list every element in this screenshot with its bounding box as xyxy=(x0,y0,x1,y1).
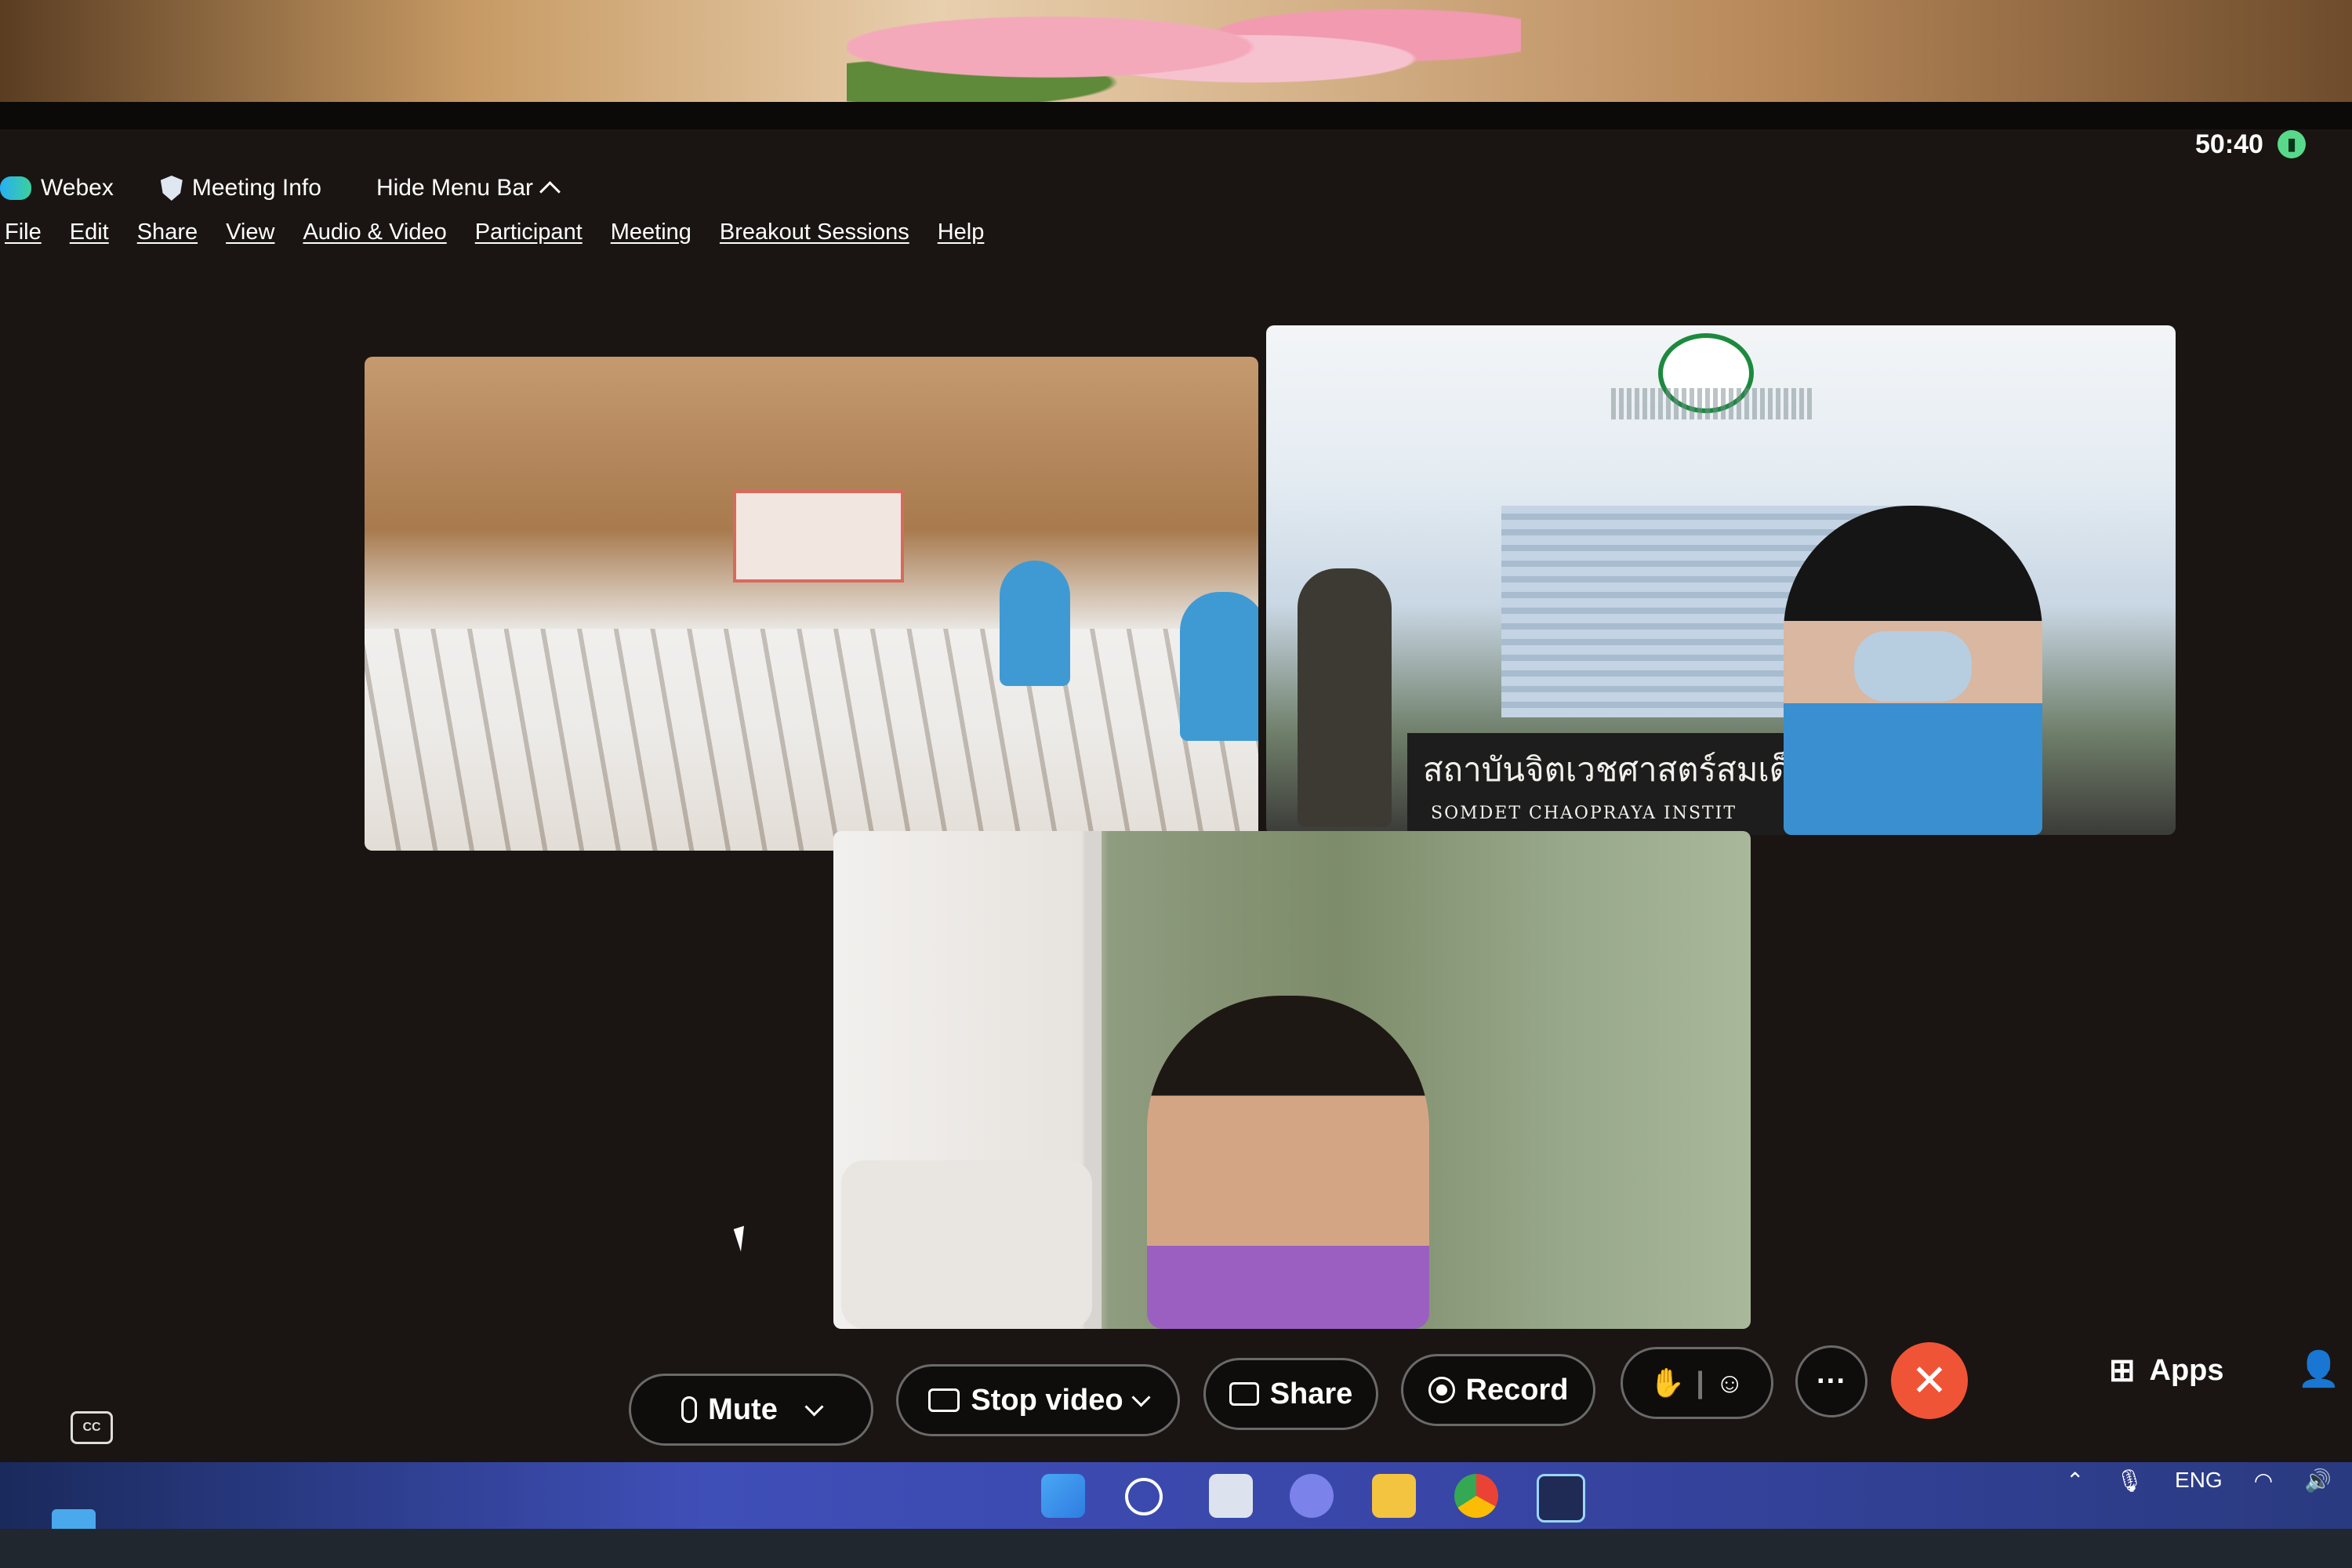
share-screen-icon xyxy=(1229,1382,1259,1406)
menu-view[interactable]: View xyxy=(226,220,274,245)
meeting-info-button[interactable]: Meeting Info xyxy=(160,175,321,201)
menu-help[interactable]: Help xyxy=(938,220,985,245)
chevron-down-icon[interactable] xyxy=(804,1396,824,1417)
more-options-button[interactable]: ··· xyxy=(1795,1345,1867,1417)
signal-icon: ▮ xyxy=(2278,130,2306,158)
chrome-icon[interactable] xyxy=(1454,1474,1498,1518)
conference-tables xyxy=(365,628,1258,851)
webex-app-menu[interactable]: Webex xyxy=(0,175,114,201)
webex-taskbar-icon[interactable] xyxy=(1537,1474,1585,1523)
hide-menu-bar-button[interactable]: Hide Menu Bar xyxy=(376,175,561,202)
microphone-icon xyxy=(681,1396,698,1423)
record-icon xyxy=(1428,1377,1455,1403)
volume-icon[interactable]: 🔊 xyxy=(2304,1468,2332,1494)
institute-sign: สถาบันจิตเวชศาสตร์สมเด็ SOMDET CHAOPRAYA… xyxy=(1407,733,1815,835)
system-tray: ⌃ 🎙 ENG ◠ 🔊 xyxy=(2066,1458,2332,1502)
webex-logo-icon xyxy=(0,176,31,200)
menu-participant[interactable]: Participant xyxy=(475,220,583,245)
reaction-emoji-icon[interactable]: ☺ xyxy=(1715,1367,1744,1399)
shield-icon xyxy=(160,176,183,201)
menu-file[interactable]: File xyxy=(5,220,42,245)
chevron-up-icon xyxy=(539,180,561,202)
divider: | xyxy=(1696,1366,1704,1399)
menu-meeting[interactable]: Meeting xyxy=(611,220,691,245)
closed-captions-button[interactable]: CC xyxy=(71,1411,113,1444)
windows-start-icon[interactable] xyxy=(1041,1474,1085,1518)
menu-audio-video[interactable]: Audio & Video xyxy=(303,220,446,245)
share-label: Share xyxy=(1269,1377,1353,1410)
video-tile-conference-room[interactable] xyxy=(365,357,1258,851)
video-tile-forest[interactable] xyxy=(833,831,1751,1329)
stop-video-label: Stop video xyxy=(971,1383,1123,1417)
chat-icon[interactable] xyxy=(1290,1474,1334,1518)
share-button[interactable]: Share xyxy=(1203,1358,1378,1430)
leave-meeting-button[interactable]: ✕ xyxy=(1891,1342,1968,1419)
face-mask xyxy=(1854,631,1972,702)
app-name: Webex xyxy=(41,175,114,201)
logo-caption xyxy=(1611,388,1815,419)
menu-share[interactable]: Share xyxy=(137,220,198,245)
chevron-down-icon[interactable] xyxy=(1131,1387,1151,1407)
menu-edit[interactable]: Edit xyxy=(70,220,109,245)
record-button[interactable]: Record xyxy=(1401,1354,1595,1426)
participant-figure xyxy=(1147,996,1429,1329)
record-label: Record xyxy=(1465,1373,1569,1406)
meeting-info-label: Meeting Info xyxy=(191,175,321,201)
institute-sign-english: SOMDET CHAOPRAYA INSTIT xyxy=(1431,804,1737,823)
raise-hand-icon[interactable]: ✋ xyxy=(1650,1367,1685,1399)
microphone-icon[interactable]: 🎙 xyxy=(2115,1468,2143,1494)
apps-label: Apps xyxy=(2149,1353,2224,1387)
meeting-timer: 50:40 xyxy=(2195,129,2263,159)
participants-icon[interactable]: 👤 xyxy=(2297,1348,2340,1389)
chevron-up-icon[interactable]: ⌃ xyxy=(2066,1468,2084,1494)
title-bar: Webex Meeting Info Hide Menu Bar xyxy=(0,169,561,208)
camera-icon xyxy=(928,1388,960,1412)
mute-label: Mute xyxy=(708,1392,778,1426)
file-explorer-icon[interactable] xyxy=(1372,1474,1416,1518)
menu-bar: File Edit Share View Audio & Video Parti… xyxy=(5,220,984,245)
hide-menu-bar-label: Hide Menu Bar xyxy=(376,175,534,201)
task-view-icon[interactable] xyxy=(1209,1474,1253,1518)
participant-figure xyxy=(1000,561,1070,686)
mute-button[interactable]: Mute xyxy=(629,1374,873,1446)
menu-breakout-sessions[interactable]: Breakout Sessions xyxy=(720,220,909,245)
reactions-group: ✋ | ☺ xyxy=(1621,1347,1773,1419)
apps-icon: ⊞ xyxy=(2109,1353,2136,1388)
flower-decoration xyxy=(847,0,1521,118)
sofa xyxy=(841,1160,1092,1329)
apps-button[interactable]: ⊞ Apps xyxy=(2109,1352,2224,1388)
monitor-bottom xyxy=(0,1529,2352,1568)
statue xyxy=(1298,568,1392,827)
event-banner xyxy=(733,490,904,583)
participant-figure xyxy=(1180,592,1258,741)
wifi-icon[interactable]: ◠ xyxy=(2254,1468,2273,1494)
stop-video-button[interactable]: Stop video xyxy=(896,1364,1180,1436)
language-indicator[interactable]: ENG xyxy=(2175,1468,2223,1493)
institute-sign-thai: สถาบันจิตเวชศาสตร์สมเด็ xyxy=(1423,750,1791,789)
search-icon[interactable] xyxy=(1125,1478,1163,1515)
video-tile-institute[interactable]: สถาบันจิตเวชศาสตร์สมเด็ SOMDET CHAOPRAYA… xyxy=(1266,325,2176,835)
